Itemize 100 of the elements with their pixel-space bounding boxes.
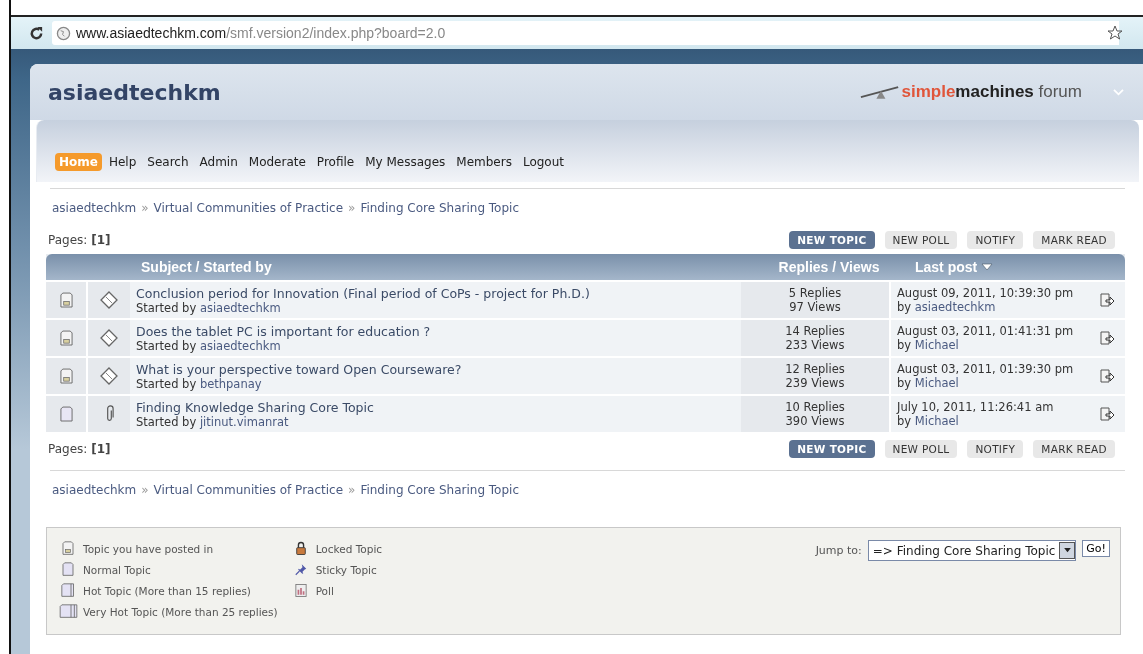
legend-label: Normal Topic	[83, 563, 151, 576]
started-by-label: Started by	[136, 414, 197, 429]
last-post-date: August 03, 2011, 01:39:30 pm	[897, 362, 1074, 376]
pages-label: Pages: [1]	[48, 442, 111, 456]
go-to-last-post-icon[interactable]	[1099, 368, 1115, 384]
diamond-icon	[99, 290, 119, 310]
address-bar[interactable]: www.asiaedtechkm.com/smf.version2/index.php?board=2.0	[52, 21, 1119, 45]
action-button[interactable]: MARK READ	[1033, 440, 1115, 458]
action-button[interactable]: NOTIFY	[967, 231, 1024, 249]
pages-label: Pages: [1]	[48, 233, 111, 247]
bookmark-star-icon[interactable]	[1107, 25, 1123, 41]
jump-to-label: Jump to:	[815, 543, 862, 557]
action-button[interactable]: NEW POLL	[884, 231, 958, 249]
dropdown-caret-icon	[1063, 548, 1071, 553]
breadcrumb-link[interactable]: Virtual Communities of Practice	[153, 201, 344, 223]
url-host: www.asiaedtechkm.com	[76, 25, 227, 41]
posted-topic-icon	[59, 367, 73, 385]
reload-icon[interactable]	[29, 25, 44, 41]
by-label: by	[897, 414, 912, 428]
diamond-icon	[99, 366, 119, 386]
logo-text: simplemachines forum	[901, 82, 1082, 102]
by-label: by	[897, 300, 912, 314]
breadcrumb-separator: »	[141, 483, 149, 499]
new-topic-button[interactable]: NEW TOPIC	[789, 231, 875, 249]
replies-count: 14 Replies	[785, 324, 845, 338]
user-link[interactable]: Michael	[914, 338, 959, 352]
user-link[interactable]: Michael	[914, 376, 959, 390]
replies-count: 5 Replies	[788, 286, 842, 300]
user-link[interactable]: bethpanay	[199, 376, 262, 391]
legend-label: Sticky Topic	[315, 563, 377, 576]
breadcrumb-separator: »	[348, 483, 356, 499]
posted-topic-icon	[59, 291, 73, 309]
menu-link[interactable]: Admin	[195, 153, 242, 171]
last-post-date: August 09, 2011, 10:39:30 pm	[897, 286, 1074, 300]
seesaw-logo-icon	[859, 84, 900, 100]
forum-title: asiaedtechkm	[48, 79, 222, 105]
user-link[interactable]: asiaedtechkm	[199, 300, 281, 315]
go-button[interactable]: Go!	[1082, 540, 1110, 557]
menu-link[interactable]: Logout	[518, 153, 568, 171]
go-to-last-post-icon[interactable]	[1099, 292, 1115, 308]
replies-count: 12 Replies	[785, 362, 845, 376]
jump-to-select[interactable]: => Finding Core Sharing Topic	[867, 540, 1077, 561]
menu-link[interactable]: Members	[452, 153, 516, 171]
views-count: 390 Views	[785, 414, 845, 428]
legend-label: Very Hot Topic (More than 25 replies)	[83, 605, 278, 618]
legend-label: Locked Topic	[315, 542, 383, 555]
topic-link[interactable]: Does the tablet PC is important for education ?	[136, 323, 431, 339]
new-topic-button[interactable]: NEW TOPIC	[789, 440, 875, 458]
menu-link[interactable]: Moderate	[244, 153, 310, 171]
topic-link[interactable]: Conclusion period for Innovation (Final period of CoPs - project for Ph.D.)	[136, 285, 590, 301]
views-count: 239 Views	[785, 376, 845, 390]
last-post-date: August 03, 2011, 01:41:31 pm	[897, 324, 1074, 338]
user-link[interactable]: asiaedtechkm	[199, 338, 281, 353]
action-button[interactable]: NOTIFY	[967, 440, 1024, 458]
user-link[interactable]: asiaedtechkm	[914, 300, 996, 314]
views-count: 97 Views	[789, 300, 841, 314]
posted-topic-icon	[62, 541, 74, 556]
pushpin-icon	[294, 562, 307, 577]
document-icon	[59, 405, 73, 423]
by-label: by	[897, 338, 912, 352]
globe-icon	[56, 25, 71, 41]
document-icon	[62, 562, 74, 577]
user-link[interactable]: jitinut.vimanrat	[199, 414, 289, 429]
action-button[interactable]: MARK READ	[1033, 231, 1115, 249]
legend-label: Topic you have posted in	[83, 542, 214, 555]
menu-link[interactable]: Help	[104, 153, 141, 171]
started-by-label: Started by	[136, 300, 197, 315]
replies-count: 10 Replies	[785, 400, 845, 414]
views-count: 233 Views	[785, 338, 845, 352]
started-by-label: Started by	[136, 376, 197, 391]
go-to-last-post-icon[interactable]	[1099, 330, 1115, 346]
breadcrumb-link[interactable]: asiaedtechkm	[52, 483, 137, 505]
paperclip-icon	[104, 405, 114, 423]
breadcrumb-link[interactable]: asiaedtechkm	[52, 201, 137, 223]
breadcrumb-link[interactable]: Finding Core Sharing Topic	[360, 201, 519, 223]
legend-label: Hot Topic (More than 15 replies)	[83, 584, 251, 597]
breadcrumb-separator: »	[348, 201, 356, 217]
topic-link[interactable]: What is your perspective toward Open Courseware?	[136, 361, 462, 377]
by-label: by	[897, 376, 912, 390]
last-post-date: July 10, 2011, 11:26:41 am	[897, 400, 1054, 414]
menu-link[interactable]: Search	[143, 153, 193, 171]
double-document-icon	[60, 583, 76, 598]
sort-down-icon	[981, 263, 994, 271]
padlock-icon	[294, 541, 307, 556]
started-by-label: Started by	[136, 338, 197, 353]
menu-link[interactable]: Profile	[312, 153, 359, 171]
posted-topic-icon	[59, 329, 73, 347]
go-to-last-post-icon[interactable]	[1099, 406, 1115, 422]
url-path: /smf.version2/index.php?board=2.0	[226, 25, 446, 41]
poll-icon	[294, 583, 307, 598]
diamond-icon	[99, 328, 119, 348]
legend-label: Poll	[315, 584, 334, 597]
triple-document-icon	[58, 604, 78, 619]
breadcrumb-link[interactable]: Finding Core Sharing Topic	[360, 483, 519, 505]
breadcrumb-separator: »	[141, 201, 149, 217]
topic-link[interactable]: Finding Knowledge Sharing Core Topic	[136, 399, 374, 415]
action-button[interactable]: NEW POLL	[884, 440, 958, 458]
user-link[interactable]: Michael	[914, 414, 959, 428]
breadcrumb-link[interactable]: Virtual Communities of Practice	[153, 483, 344, 505]
menu-link[interactable]: My Messages	[361, 153, 450, 171]
